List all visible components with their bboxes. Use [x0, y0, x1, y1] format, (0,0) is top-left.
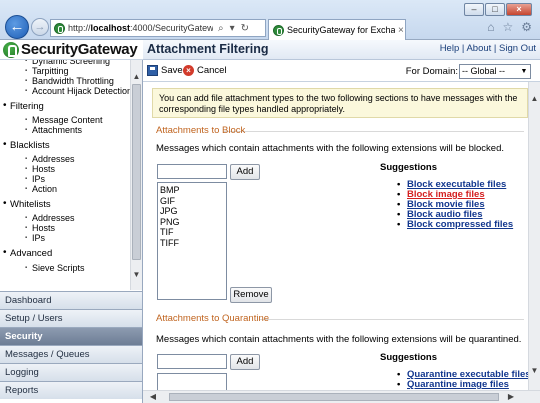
save-icon — [147, 65, 158, 76]
sidebar-item[interactable]: Message Content — [25, 115, 103, 126]
block-add-button[interactable]: Add — [230, 164, 260, 180]
app-logo: SecurityGateway — [0, 40, 143, 60]
nav-section[interactable]: Messages / Queues — [0, 345, 142, 363]
address-url[interactable]: http://localhost:4000/SecurityGateway.dl… — [68, 23, 213, 33]
window-controls: – □ × — [464, 3, 532, 16]
quarantine-extension-input[interactable] — [157, 354, 227, 369]
sidebar-item[interactable]: Action — [25, 184, 57, 195]
info-note: You can add file attachment types to the… — [152, 88, 528, 118]
dropdown-icon[interactable]: ▾ — [230, 23, 235, 34]
horizontal-scrollbar[interactable]: ◀ ▶ — [143, 390, 540, 403]
site-favicon-icon — [54, 22, 65, 34]
tab-title: SecurityGateway for Excha... — [287, 25, 395, 35]
quarantine-add-button[interactable]: Add — [230, 354, 260, 370]
domain-label: For Domain: — [405, 66, 458, 77]
sidebar-category[interactable]: Whitelists — [3, 198, 51, 210]
sidebar-item[interactable]: Hosts — [25, 164, 55, 175]
quarantine-legend: Attachments to Quarantine — [156, 313, 270, 324]
scroll-right-icon[interactable]: ▶ — [505, 391, 517, 403]
sidebar-item[interactable]: IPs — [25, 233, 45, 244]
horizontal-scroll-thumb[interactable] — [169, 393, 499, 401]
sidebar-item[interactable]: Addresses — [25, 154, 74, 165]
page-title: Attachment Filtering — [147, 42, 269, 56]
quarantine-description: Messages which contain attachments with … — [156, 334, 522, 345]
logo-icon — [3, 41, 19, 58]
block-extension-input[interactable] — [157, 164, 227, 179]
sidebar-item[interactable]: Addresses — [25, 213, 74, 224]
list-item[interactable]: JPG — [160, 206, 224, 217]
refresh-icon[interactable]: ↻ — [241, 23, 249, 34]
domain-select[interactable]: -- Global -- ▼ — [459, 64, 531, 79]
sidebar-item[interactable]: Tarpitting — [25, 66, 68, 77]
address-bar[interactable]: http://localhost:4000/SecurityGateway.dl… — [50, 19, 266, 37]
sidebar-scrollbar[interactable]: ▲ ▼ — [130, 60, 142, 290]
divider — [223, 131, 524, 132]
suggestion-link[interactable]: Quarantine image files — [397, 379, 509, 390]
sidebar-category[interactable]: Blacklists — [3, 139, 50, 151]
suggestion-link[interactable]: Block compressed files — [397, 219, 513, 230]
sidebar-scroll-thumb[interactable] — [132, 84, 141, 260]
home-icon[interactable]: ⌂ — [487, 20, 494, 34]
search-icon[interactable]: ⌕ — [218, 23, 224, 34]
nav-section[interactable]: Security — [0, 327, 142, 345]
quarantine-suggestions-title: Suggestions — [380, 352, 438, 363]
quarantine-extension-list[interactable] — [157, 373, 227, 390]
favorites-star-icon[interactable]: ☆ — [502, 20, 513, 34]
browser-chrome: – □ × ← → http://localhost:4000/Security… — [0, 0, 540, 40]
block-description: Messages which contain attachments with … — [156, 143, 504, 154]
top-links[interactable]: Help | About | Sign Out — [440, 43, 536, 54]
browser-tab[interactable]: SecurityGateway for Excha... × — [268, 19, 406, 40]
scroll-up-icon[interactable]: ▲ — [131, 72, 142, 82]
cancel-icon: × — [183, 65, 194, 76]
nav-sections: Dashboard Setup / Users Security Messages /… — [0, 291, 142, 399]
block-extension-list[interactable]: BMP GIF JPG PNG TIF TIFF — [157, 182, 227, 300]
nav-section[interactable]: Reports — [0, 381, 142, 399]
logo-text: SecurityGateway — [21, 41, 138, 58]
block-legend: Attachments to Block — [156, 125, 246, 136]
scroll-down-icon[interactable]: ▼ — [529, 366, 540, 376]
nav-section[interactable]: Setup / Users — [0, 309, 142, 327]
chevron-down-icon: ▼ — [520, 68, 528, 75]
tab-close-icon[interactable]: × — [398, 25, 404, 36]
content-scroll-area: You can add file attachment types to the… — [143, 82, 528, 390]
page-header: Attachment Filtering Help | About | Sign… — [143, 40, 540, 60]
minimize-button[interactable]: – — [464, 3, 484, 16]
toolbar: Save × Cancel For Domain: -- Global -- ▼ — [143, 60, 540, 82]
nav-section[interactable]: Logging — [0, 363, 142, 381]
sidebar: Dynamic ScreeningTarpittingBandwidth Thr… — [0, 60, 143, 403]
list-item[interactable]: BMP — [160, 185, 224, 196]
nav-tree: Dynamic ScreeningTarpittingBandwidth Thr… — [0, 60, 130, 290]
list-item[interactable]: GIF — [160, 196, 224, 207]
sidebar-category[interactable]: Filtering — [3, 100, 44, 112]
scroll-down-icon[interactable]: ▼ — [131, 270, 142, 280]
maximize-button[interactable]: □ — [485, 3, 505, 16]
forward-button[interactable]: → — [31, 18, 49, 36]
list-item[interactable]: TIFF — [160, 238, 224, 249]
sidebar-category[interactable]: Advanced — [3, 247, 52, 259]
cancel-button[interactable]: × Cancel — [183, 65, 227, 76]
close-window-button[interactable]: × — [506, 3, 532, 16]
divider — [259, 319, 524, 320]
sidebar-item[interactable]: Attachments — [25, 125, 82, 136]
tab-favicon-icon — [273, 24, 284, 36]
scroll-up-icon[interactable]: ▲ — [529, 94, 540, 104]
block-suggestions-title: Suggestions — [380, 162, 438, 173]
save-button[interactable]: Save — [147, 65, 183, 76]
sidebar-item[interactable]: Sieve Scripts — [25, 263, 84, 274]
nav-section[interactable]: Dashboard — [0, 291, 142, 309]
sidebar-item[interactable]: Account Hijack Detection — [25, 86, 130, 97]
sidebar-item[interactable]: IPs — [25, 174, 45, 185]
block-remove-button[interactable]: Remove — [230, 287, 272, 303]
list-item[interactable]: TIF — [160, 227, 224, 238]
list-item[interactable]: PNG — [160, 217, 224, 228]
back-button[interactable]: ← — [5, 15, 29, 39]
main-content: Save × Cancel For Domain: -- Global -- ▼… — [143, 60, 540, 403]
sidebar-item[interactable]: Bandwidth Throttling — [25, 76, 114, 87]
sidebar-item[interactable]: Hosts — [25, 223, 55, 234]
settings-gear-icon[interactable]: ⚙ — [521, 20, 532, 34]
scroll-left-icon[interactable]: ◀ — [147, 391, 159, 403]
content-scrollbar[interactable]: ▲ ▼ — [528, 82, 540, 390]
